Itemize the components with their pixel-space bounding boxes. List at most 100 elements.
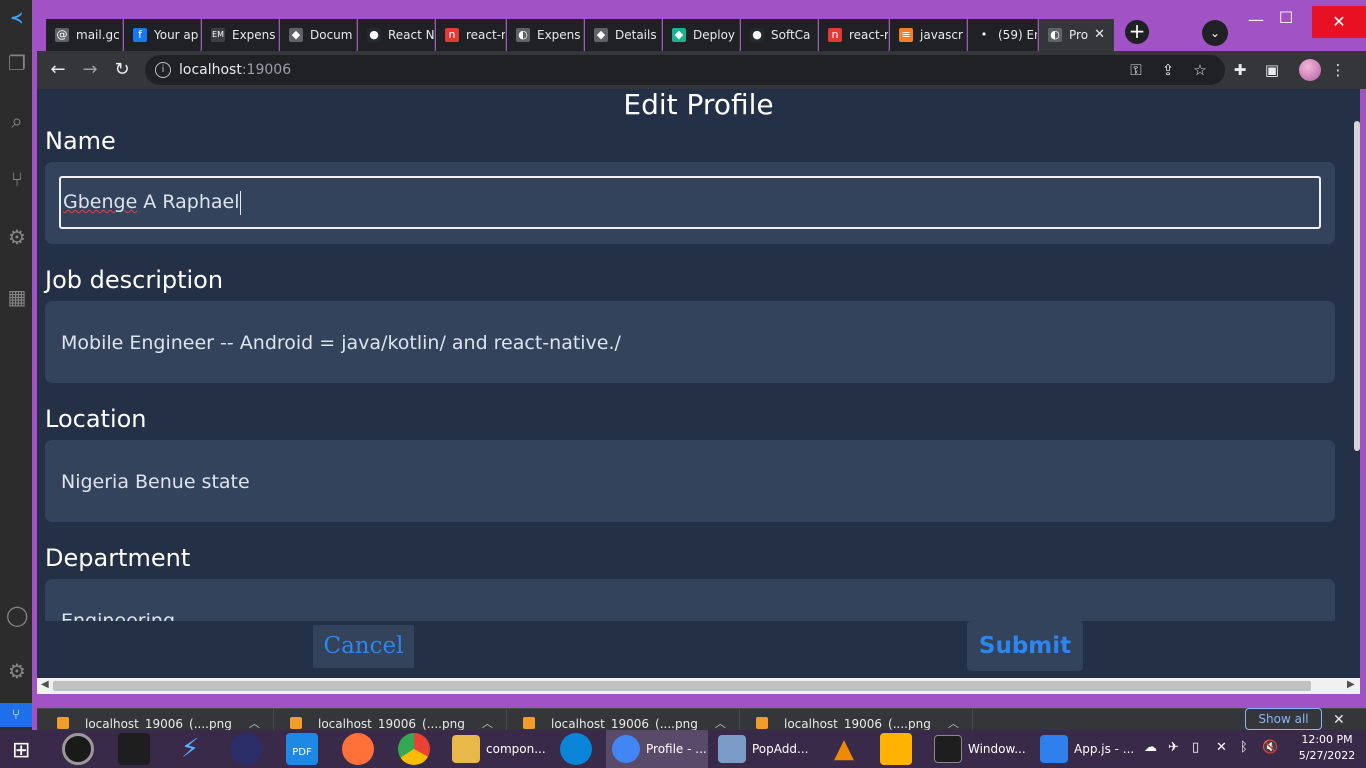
bookmark-star-icon[interactable]: ☆ xyxy=(1189,59,1211,81)
tab-active[interactable]: ◐ Pro ✕ xyxy=(1039,19,1114,51)
name-input[interactable]: Gbenge A Raphael xyxy=(59,176,1321,229)
airplane-icon[interactable]: ✈ xyxy=(1168,740,1179,755)
tab[interactable]: n react-r xyxy=(436,19,506,51)
search-icon[interactable]: ⌕ xyxy=(6,110,28,132)
edge-app-icon[interactable] xyxy=(560,733,592,765)
share-icon[interactable]: ⇪ xyxy=(1157,59,1179,81)
vscode-activity-bar: ≺ ❐ ⌕ ⑂ ⚙ ▦ ◯ ⚙ ⑂ xyxy=(0,0,32,730)
location-field[interactable]: Nigeria Benue state xyxy=(45,440,1335,522)
tab[interactable]: ◆ Docum xyxy=(280,19,357,51)
browser-toolbar: ← → ↻ i localhost:19006 ⚿ ⇪ ☆ ✚ ▣ ⋮ xyxy=(37,51,1366,89)
tab-strip: @ mail.gc f Your ap EM Expens ◆ Docum ● React… xyxy=(32,10,1366,51)
address-port: :19006 xyxy=(241,62,292,78)
download-item[interactable]: localhost_19006_(....png ︿ xyxy=(736,709,959,731)
job-description-value: Mobile Engineer -- Android = java/kotlin… xyxy=(61,332,621,354)
battery-icon[interactable]: ▯ xyxy=(1192,740,1199,755)
tab-favicon-icon: ◆ xyxy=(594,28,608,42)
manage-gear-icon[interactable]: ⚙ xyxy=(6,660,28,682)
tab-favicon-icon: n xyxy=(445,28,459,42)
tab-favicon-icon: ≡ xyxy=(899,28,913,42)
reload-icon[interactable]: ↻ xyxy=(111,59,133,81)
download-item[interactable]: localhost_19006_(....png ︿ xyxy=(270,709,493,731)
taskbar-button[interactable]: compon... xyxy=(446,730,546,768)
source-control-icon[interactable]: ⑂ xyxy=(6,168,28,190)
explorer-icon[interactable]: ❐ xyxy=(6,52,28,74)
debug-icon[interactable]: ⚙ xyxy=(6,226,28,248)
taskbar-button[interactable]: PopAdd... xyxy=(712,730,812,768)
submit-button[interactable]: Submit xyxy=(967,621,1083,671)
pdf-app-icon[interactable]: PDF xyxy=(286,733,318,765)
account-icon[interactable]: ◯ xyxy=(6,604,28,626)
maximize-button[interactable]: ☐ xyxy=(1266,8,1306,27)
vscode-icon xyxy=(1040,735,1068,763)
system-clock[interactable]: 12:00 PM 5/27/2022 xyxy=(1296,732,1358,764)
vlc-app-icon[interactable]: ▲ xyxy=(828,733,860,765)
tab[interactable]: n react-r xyxy=(819,19,889,51)
menu-kebab-icon[interactable]: ⋮ xyxy=(1327,59,1349,81)
back-icon[interactable]: ← xyxy=(47,59,69,81)
job-description-label: Job description xyxy=(45,266,224,294)
vertical-scrollbar[interactable] xyxy=(1354,121,1360,451)
profile-avatar[interactable] xyxy=(1299,59,1321,81)
taskbar-button-label: Profile - ... xyxy=(646,742,707,756)
chrome-app-icon[interactable] xyxy=(398,733,430,765)
bluetooth-icon[interactable]: ᛒ xyxy=(1240,740,1248,755)
close-window-button[interactable]: ✕ xyxy=(1312,6,1366,38)
scroll-left-icon[interactable]: ◀ xyxy=(41,679,49,690)
tab-search-button[interactable]: ⌄ xyxy=(1202,20,1228,46)
name-field-container: Gbenge A Raphael xyxy=(45,162,1335,244)
tab[interactable]: ◐ Expens xyxy=(507,19,584,51)
tab-favicon-icon: ● xyxy=(367,28,381,42)
eclipse-app-icon[interactable] xyxy=(230,733,262,765)
power-app-icon[interactable]: ⚡ xyxy=(174,733,206,765)
windows-start-icon[interactable]: ⊞ xyxy=(12,740,38,762)
new-tab-button[interactable]: + xyxy=(1125,20,1149,44)
horizontal-scrollbar[interactable] xyxy=(53,681,1311,691)
tab[interactable]: ● SoftCa xyxy=(741,19,818,51)
job-description-field[interactable]: Mobile Engineer -- Android = java/kotlin… xyxy=(45,301,1335,383)
tab[interactable]: • (59) En xyxy=(968,19,1038,51)
tab-favicon-icon: • xyxy=(977,28,991,42)
download-item[interactable]: localhost_19006_(....png ︿ xyxy=(503,709,726,731)
extensions-puzzle-icon[interactable]: ✚ xyxy=(1229,59,1251,81)
tab[interactable]: ◆ Details xyxy=(585,19,662,51)
onedrive-icon[interactable]: ☁ xyxy=(1144,740,1157,755)
form-actions: Cancel Submit xyxy=(37,621,1360,678)
scroll-right-icon[interactable]: ▶ xyxy=(1347,679,1355,690)
extensions-icon[interactable]: ▦ xyxy=(6,286,28,308)
tab[interactable]: ● React N xyxy=(358,19,435,51)
tab[interactable]: @ mail.gc xyxy=(46,19,123,51)
firefox-app-icon[interactable] xyxy=(342,733,374,765)
tab-label: Your ap xyxy=(154,28,199,42)
forward-icon[interactable]: → xyxy=(79,59,101,81)
volume-muted-icon[interactable]: 🔇 xyxy=(1262,740,1278,755)
tab-favicon-icon: ● xyxy=(750,28,764,42)
tab[interactable]: EM Expens xyxy=(202,19,279,51)
folder-icon xyxy=(452,735,480,763)
download-item[interactable]: localhost_19006_(....png ︿ xyxy=(37,709,260,731)
taskbar-button[interactable]: Window... xyxy=(928,730,1028,768)
show-all-downloads-button[interactable]: Show all xyxy=(1245,708,1322,730)
tab-favicon-icon: ◐ xyxy=(1048,28,1062,42)
tab-favicon-icon: ◆ xyxy=(289,28,303,42)
close-tab-icon[interactable]: ✕ xyxy=(1094,19,1105,51)
remote-indicator-icon[interactable]: ⑂ xyxy=(0,703,32,727)
name-label: Name xyxy=(45,127,116,155)
taskbar-button-label: Window... xyxy=(968,742,1026,756)
tab[interactable]: f Your ap xyxy=(124,19,201,51)
site-info-icon[interactable]: i xyxy=(155,62,171,78)
taskbar-button[interactable]: App.js - ... xyxy=(1034,730,1134,768)
mysql-app-icon[interactable] xyxy=(118,733,150,765)
tab[interactable]: ≡ javascr xyxy=(890,19,967,51)
close-downloads-icon[interactable]: ✕ xyxy=(1333,709,1345,731)
cancel-button[interactable]: Cancel xyxy=(313,625,414,668)
webcam-app-icon[interactable] xyxy=(62,733,94,765)
media-player-app-icon[interactable] xyxy=(880,733,912,765)
image-file-icon xyxy=(57,717,69,729)
taskbar-button-active[interactable]: Profile - ... xyxy=(606,730,708,768)
password-key-icon[interactable]: ⚿ xyxy=(1125,59,1147,81)
tab[interactable]: ◆ Deploy xyxy=(663,19,740,51)
network-icon[interactable]: ✕ xyxy=(1216,740,1227,755)
side-panel-icon[interactable]: ▣ xyxy=(1261,59,1283,81)
address-bar[interactable]: i localhost:19006 xyxy=(145,55,1225,85)
